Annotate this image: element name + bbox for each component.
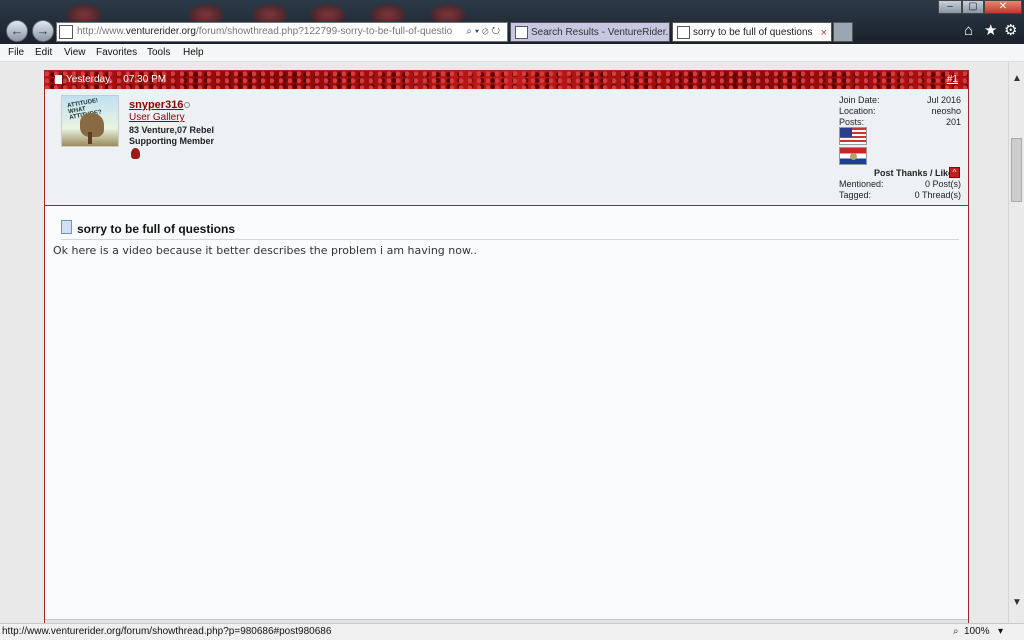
- post-document-icon: [61, 220, 72, 234]
- close-window-button[interactable]: ✕: [984, 0, 1022, 14]
- tab-label: sorry to be full of questions: [693, 27, 813, 38]
- user-title: 83 Venture,07 Rebel: [129, 125, 215, 135]
- tab-current-thread[interactable]: sorry to be full of questions ×: [672, 22, 832, 42]
- close-tab-icon[interactable]: ×: [821, 23, 827, 41]
- forward-icon: →: [36, 23, 50, 38]
- browser-titlebar: ← → http://www.venturerider.org/forum/sh…: [0, 0, 1024, 44]
- back-button[interactable]: ←: [6, 20, 28, 42]
- address-tools-icon[interactable]: ⌕▾⊘↻: [466, 23, 503, 41]
- post-body: Ok here is a video because it better des…: [53, 244, 477, 257]
- menu-favorites[interactable]: Favorites: [96, 44, 137, 61]
- menu-file[interactable]: File: [8, 44, 24, 61]
- post-title: sorry to be full of questions: [77, 222, 236, 236]
- user-rank: Supporting Member: [129, 136, 214, 146]
- offline-status-icon: [184, 102, 190, 108]
- address-url: http://www.venturerider.org/forum/showth…: [77, 26, 452, 37]
- rank-badge-icon: [131, 148, 140, 159]
- post-number-link[interactable]: #1: [947, 71, 958, 89]
- scroll-down-icon[interactable]: ▼: [1009, 596, 1024, 610]
- back-icon: ←: [10, 23, 24, 38]
- post-title-row: sorry to be full of questions: [61, 220, 959, 240]
- status-bar: http://www.venturerider.org/forum/showth…: [0, 623, 1024, 640]
- avatar-figure: [80, 113, 104, 137]
- tab-search-results[interactable]: Search Results - VentureRider....: [510, 22, 670, 42]
- scroll-up-icon[interactable]: ▲: [1009, 72, 1024, 86]
- favorites-star-icon[interactable]: ★: [984, 22, 997, 40]
- post-date: Yesterday, 07:30 PM: [66, 74, 167, 85]
- page-content: Yesterday, 07:30 PM #1 ATTITUDE! WHAT AT…: [0, 62, 1008, 623]
- avatar[interactable]: ATTITUDE! WHAT ATTITUDE?: [61, 95, 119, 147]
- stat-tagged: Tagged: 0 Thread(s): [839, 190, 961, 200]
- stat-join-date: Join Date: Jul 2016: [839, 95, 961, 105]
- us-flag-icon: [839, 127, 867, 145]
- zoom-dropdown-icon[interactable]: ▾: [998, 624, 1003, 639]
- scrollbar-thumb[interactable]: [1011, 138, 1022, 202]
- forum-post: Yesterday, 07:30 PM #1 ATTITUDE! WHAT AT…: [44, 70, 969, 623]
- home-icon[interactable]: ⌂: [964, 22, 973, 40]
- menu-bar: File Edit View Favorites Tools Help: [0, 44, 1024, 62]
- menu-help[interactable]: Help: [183, 44, 204, 61]
- stat-mentioned: Mentioned: 0 Post(s): [839, 179, 961, 189]
- menu-edit[interactable]: Edit: [35, 44, 52, 61]
- menu-view[interactable]: View: [64, 44, 86, 61]
- user-gallery-link[interactable]: User Gallery: [129, 112, 185, 123]
- tab-favicon-icon: [515, 26, 528, 39]
- user-info-panel: ATTITUDE! WHAT ATTITUDE? snyper316 User …: [45, 89, 968, 206]
- thanks-collapse-icon[interactable]: ^: [949, 167, 960, 178]
- maximize-button[interactable]: ▢: [962, 0, 984, 14]
- site-favicon-icon: [59, 25, 73, 39]
- post-thanks-label: Post Thanks / Like: [873, 168, 953, 178]
- zoom-icon[interactable]: ⌕: [953, 624, 959, 639]
- post-doc-icon: [55, 75, 62, 84]
- minimize-button[interactable]: –: [938, 0, 962, 14]
- forward-button[interactable]: →: [32, 20, 54, 42]
- menu-tools[interactable]: Tools: [147, 44, 170, 61]
- avatar-figure-leg: [88, 132, 92, 144]
- vertical-scrollbar[interactable]: ▲ ▼: [1008, 62, 1024, 623]
- stat-location: Location: neosho: [839, 106, 961, 116]
- new-tab-button[interactable]: [833, 22, 853, 42]
- username-link[interactable]: snyper316: [129, 99, 183, 111]
- settings-gear-icon[interactable]: ⚙: [1004, 22, 1017, 40]
- post-header: Yesterday, 07:30 PM #1: [45, 71, 968, 89]
- zoom-level[interactable]: 100%: [964, 624, 990, 639]
- address-bar[interactable]: http://www.venturerider.org/forum/showth…: [56, 22, 508, 42]
- state-flag-icon: [839, 147, 867, 165]
- tab-favicon-icon: [677, 26, 690, 39]
- tab-label: Search Results - VentureRider....: [531, 27, 670, 38]
- status-url: http://www.venturerider.org/forum/showth…: [2, 626, 332, 637]
